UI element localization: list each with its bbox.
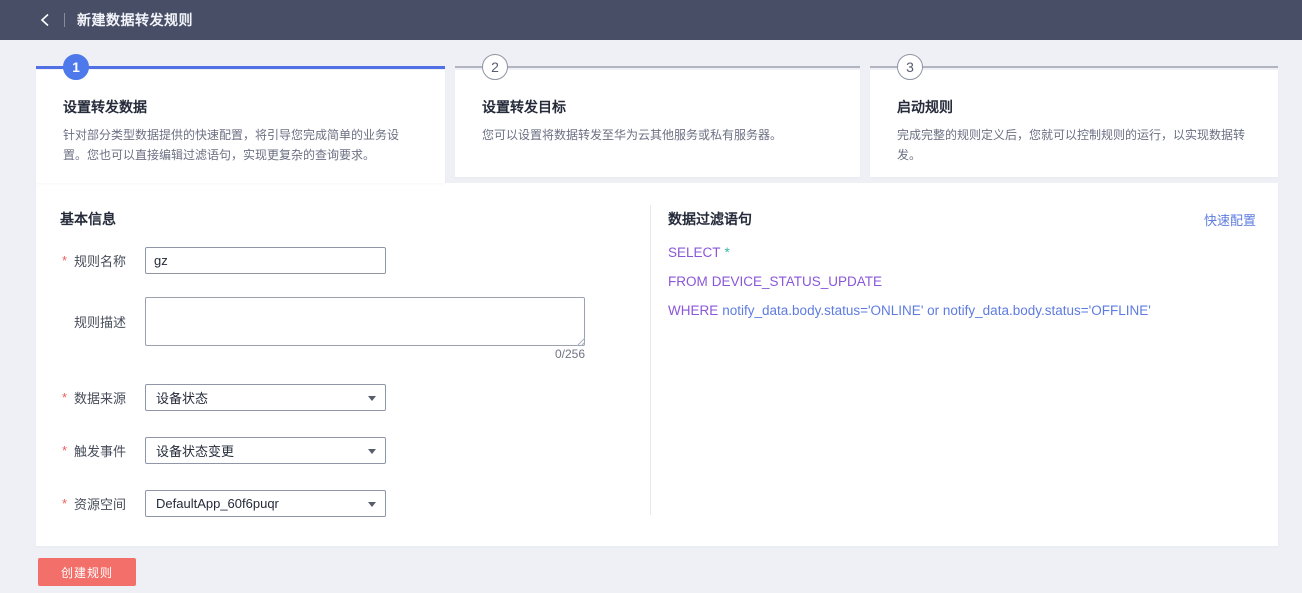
step-card-2[interactable]: 设置转发目标 您可以设置将数据转发至华为云其他服务或私有服务器。 2	[455, 54, 860, 177]
top-header-bar: 新建数据转发规则	[0, 0, 1302, 40]
step-title: 设置转发目标	[482, 97, 833, 117]
chevron-down-icon	[368, 449, 376, 454]
step-card-1[interactable]: 设置转发数据 针对部分类型数据提供的快速配置，将引导您完成简单的业务设置。您也可…	[36, 54, 445, 183]
form-row-resource-space: * 资源空间 DefaultApp_60f6puqr	[36, 490, 656, 517]
required-marker: *	[62, 253, 74, 268]
required-marker: *	[62, 390, 74, 405]
form-row-rule-description: * 规则描述	[36, 297, 656, 346]
form-row-data-source: * 数据来源 设备状态	[36, 384, 656, 411]
step-description: 针对部分类型数据提供的快速配置，将引导您完成简单的业务设置。您也可以直接编辑过滤…	[63, 125, 418, 165]
sql-select-value: *	[725, 245, 730, 260]
char-counter: 0/256	[145, 347, 585, 361]
step-title: 启动规则	[897, 97, 1251, 117]
rule-description-textarea[interactable]	[145, 297, 585, 346]
selected-value: DefaultApp_60f6puqr	[156, 496, 279, 511]
step-number: 1	[72, 59, 80, 75]
resource-space-select[interactable]: DefaultApp_60f6puqr	[145, 490, 386, 517]
sql-keyword: WHERE	[668, 303, 718, 318]
sql-from-value: DEVICE_STATUS_UPDATE	[712, 274, 882, 289]
rule-description-label: * 规则描述	[62, 297, 126, 346]
quick-config-link[interactable]: 快速配置	[1204, 210, 1256, 229]
resource-space-label: * 资源空间	[62, 490, 126, 517]
field-label-text: 数据来源	[74, 388, 126, 407]
step-progress-line	[36, 66, 445, 69]
sql-keyword: FROM	[668, 274, 708, 289]
data-source-select[interactable]: 设备状态	[145, 384, 386, 411]
filter-statement-title: 数据过滤语句	[668, 209, 752, 229]
page-title: 新建数据转发规则	[77, 10, 193, 30]
selected-value: 设备状态	[156, 388, 208, 407]
step-description: 完成完整的规则定义后，您就可以控制规则的运行，以实现数据转发。	[897, 125, 1251, 165]
selected-value: 设备状态变更	[156, 441, 234, 460]
step-description: 您可以设置将数据转发至华为云其他服务或私有服务器。	[482, 125, 833, 145]
step-progress-line	[455, 66, 860, 68]
textarea-resize-grip-icon[interactable]	[577, 338, 585, 346]
back-button[interactable]	[32, 7, 58, 33]
step-number-badge: 1	[63, 54, 89, 80]
field-label-text: 规则描述	[74, 312, 126, 331]
step-number: 3	[906, 59, 914, 75]
field-label-text: 触发事件	[74, 441, 126, 460]
page: 新建数据转发规则 设置转发数据 针对部分类型数据提供的快速配置，将引导您完成简单…	[0, 0, 1302, 593]
create-rule-button[interactable]: 创建规则	[38, 558, 136, 586]
back-chevron-icon	[40, 13, 50, 27]
form-row-trigger-event: * 触发事件 设备状态变更	[36, 437, 656, 464]
header-divider	[64, 13, 65, 27]
trigger-event-label: * 触发事件	[62, 437, 126, 464]
basic-info-section-title: 基本信息	[60, 209, 116, 229]
step-card-3[interactable]: 启动规则 完成完整的规则定义后，您就可以控制规则的运行，以实现数据转发。 3	[870, 54, 1278, 177]
step-card-body: 设置转发目标 您可以设置将数据转发至华为云其他服务或私有服务器。	[455, 70, 860, 177]
step-number-badge: 3	[897, 54, 923, 80]
field-label-text: 资源空间	[74, 494, 126, 513]
step-card-body: 启动规则 完成完整的规则定义后，您就可以控制规则的运行，以实现数据转发。	[870, 70, 1278, 177]
data-source-label: * 数据来源	[62, 384, 126, 411]
step-number-badge: 2	[482, 54, 508, 80]
sql-where-value: notify_data.body.status='ONLINE' or noti…	[722, 303, 1151, 318]
sql-keyword: SELECT	[668, 245, 721, 260]
step-title: 设置转发数据	[63, 97, 418, 117]
chevron-down-icon	[368, 502, 376, 507]
sql-from-line: FROM DEVICE_STATUS_UPDATE	[668, 274, 882, 289]
sql-where-line: WHERE notify_data.body.status='ONLINE' or…	[668, 303, 1151, 318]
field-label-text: 规则名称	[74, 251, 126, 270]
main-content-panel: 基本信息 * 规则名称 * 规则描述 0/256 * 数据来源	[36, 183, 1278, 546]
rule-name-input[interactable]	[145, 247, 386, 274]
chevron-down-icon	[368, 396, 376, 401]
form-row-rule-name: * 规则名称	[36, 247, 656, 274]
step-progress-line	[870, 66, 1278, 68]
required-marker: *	[62, 443, 74, 458]
vertical-divider	[650, 205, 651, 515]
required-marker: *	[62, 496, 74, 511]
rule-name-label: * 规则名称	[62, 247, 126, 274]
sql-select-line: SELECT *	[668, 245, 730, 260]
step-card-body: 设置转发数据 针对部分类型数据提供的快速配置，将引导您完成简单的业务设置。您也可…	[36, 70, 445, 183]
step-number: 2	[491, 59, 499, 75]
trigger-event-select[interactable]: 设备状态变更	[145, 437, 386, 464]
